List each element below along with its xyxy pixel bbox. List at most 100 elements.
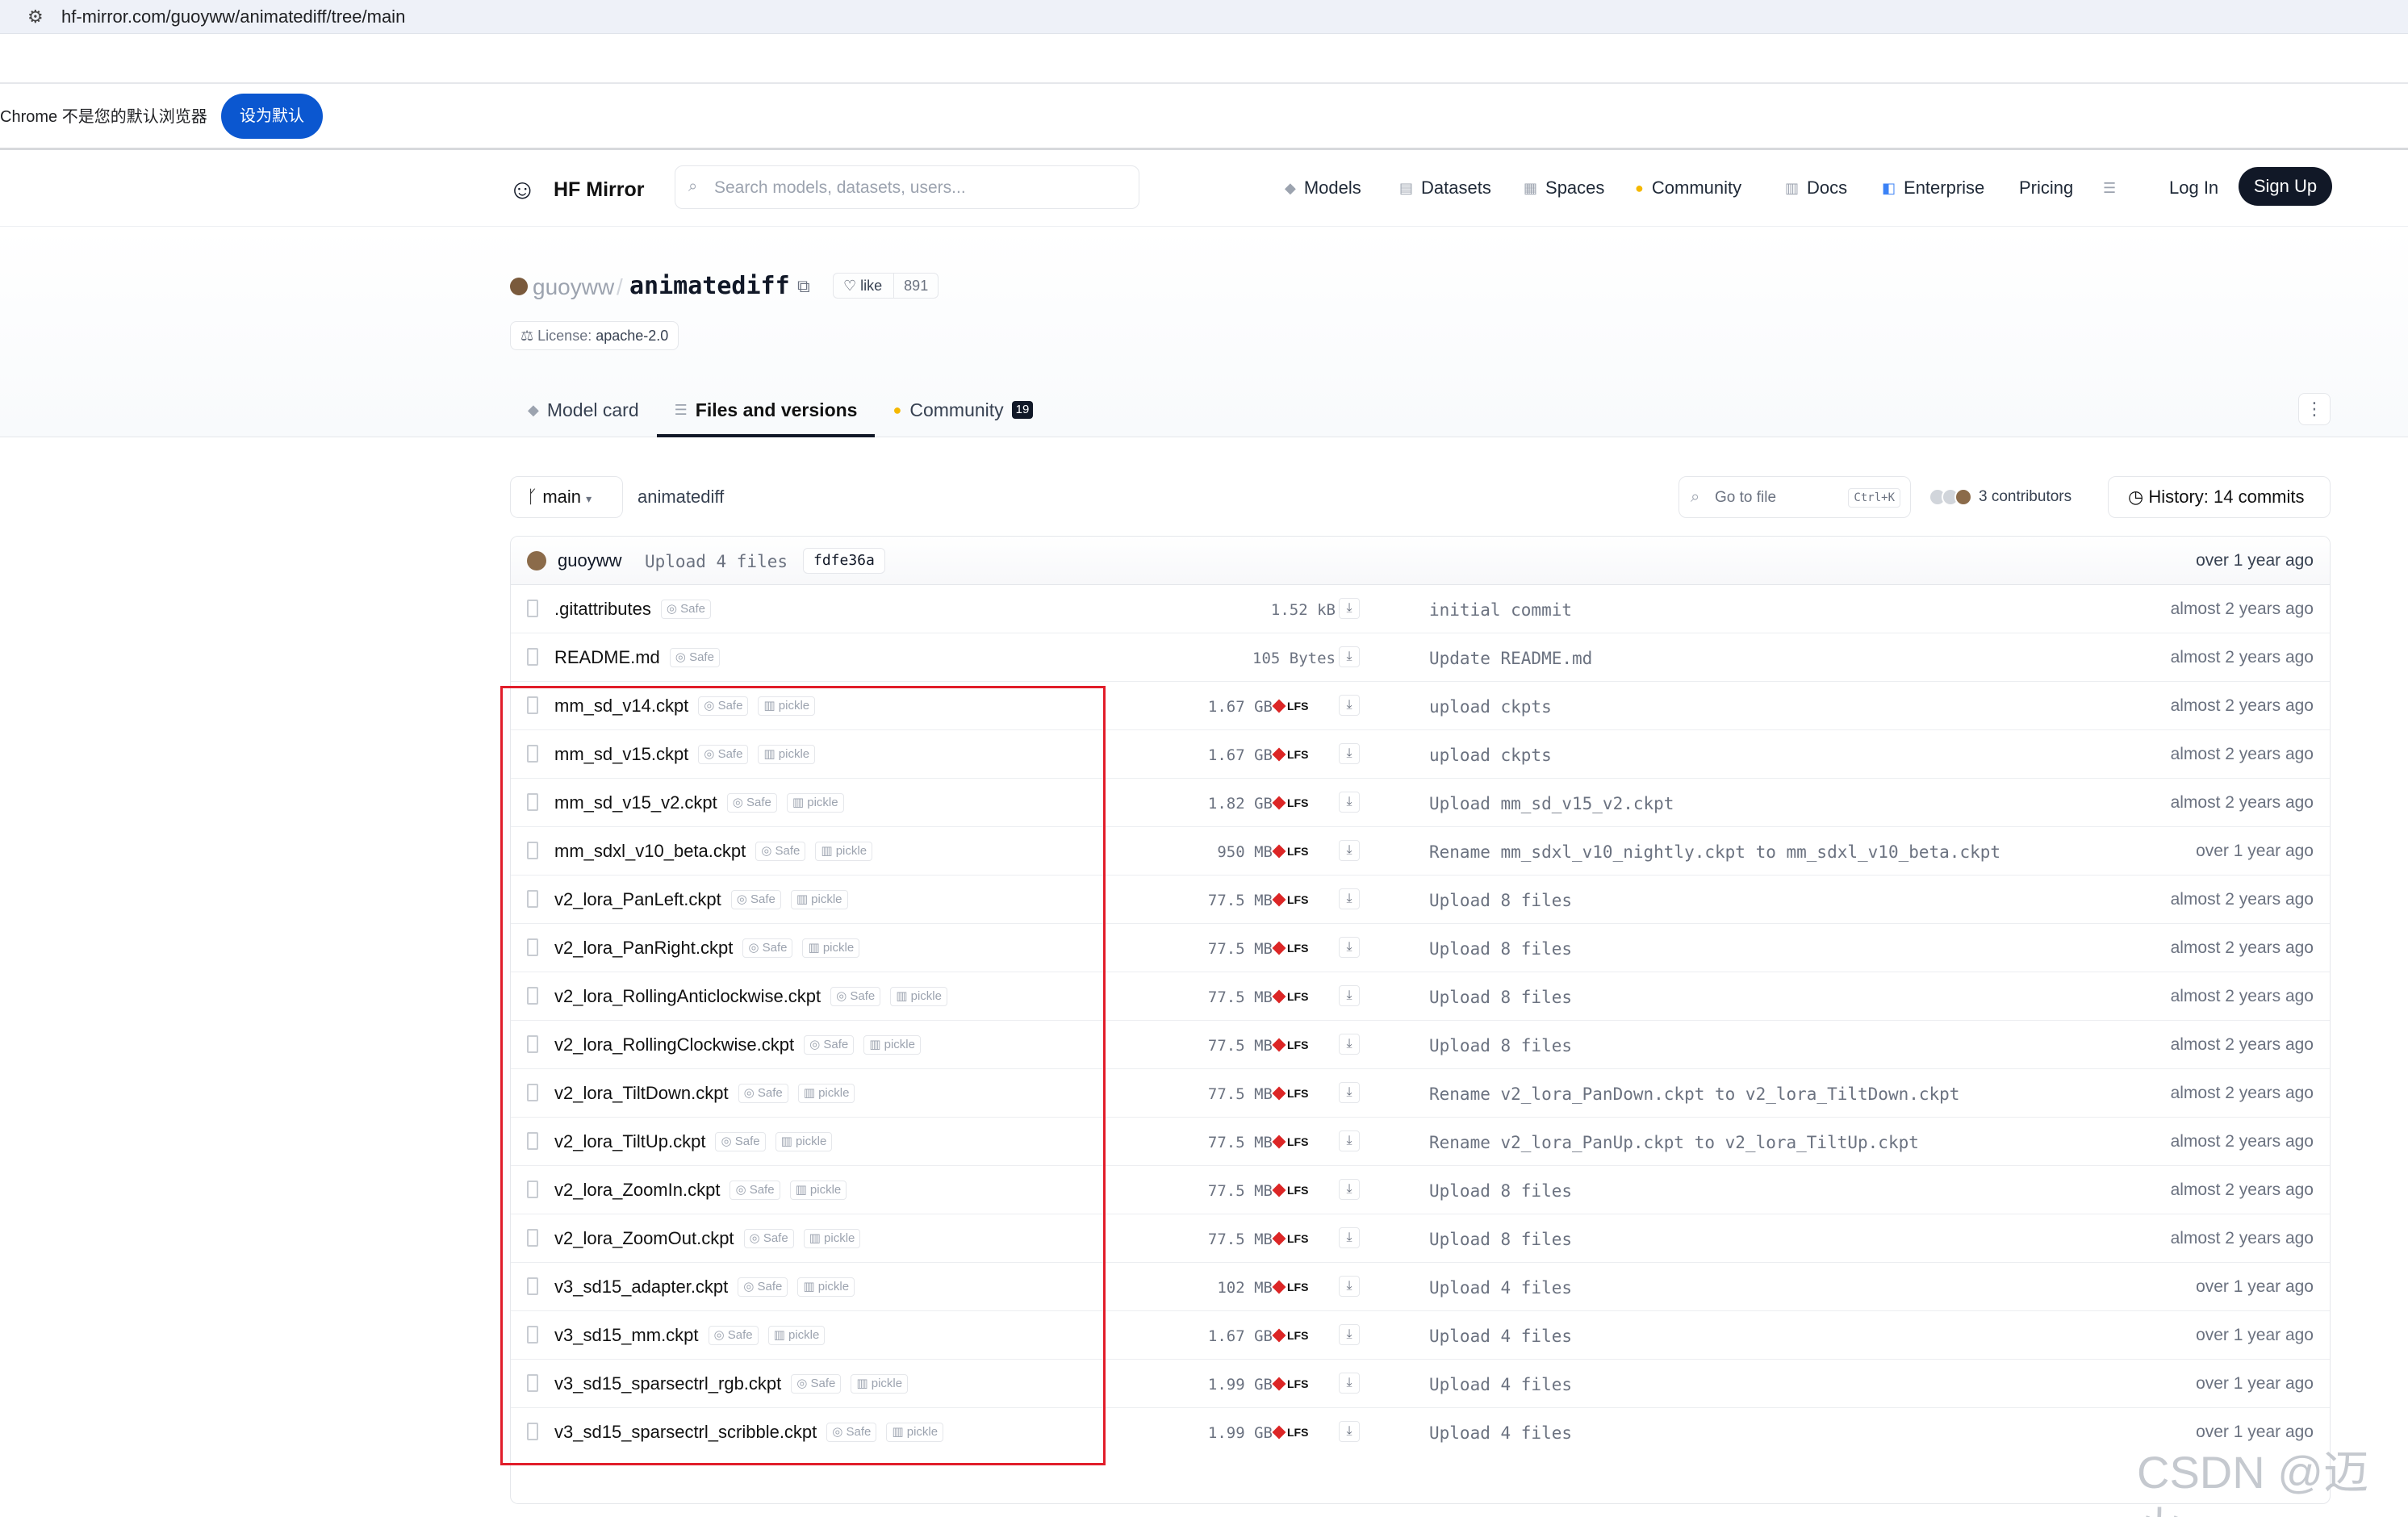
file-size: 77.5 MB xyxy=(1207,988,1273,1006)
url-text[interactable]: hf-mirror.com/guoyww/animatediff/tree/ma… xyxy=(61,5,405,29)
file-size: 102 MB xyxy=(1217,1279,1273,1297)
repo-owner[interactable]: guoyww xyxy=(533,273,614,302)
file-commit-message[interactable]: Upload 4 files xyxy=(1429,1372,1572,1398)
signup-button[interactable]: Sign Up xyxy=(2239,167,2332,206)
lfs-badge: LFS xyxy=(1272,1374,1308,1394)
nav-docs[interactable]: ▥ Docs xyxy=(1785,175,1847,201)
models-icon: ◆ xyxy=(1285,180,1296,196)
download-icon[interactable]: ⤓ xyxy=(1339,937,1360,958)
lfs-icon xyxy=(1272,1135,1286,1149)
lfs-icon xyxy=(1272,844,1286,859)
download-icon[interactable]: ⤓ xyxy=(1339,888,1360,909)
nav-datasets[interactable]: ▤ Datasets xyxy=(1399,175,1491,201)
address-bar[interactable]: ⚙ hf-mirror.com/guoyww/animatediff/tree/… xyxy=(0,0,2408,34)
file-commit-message[interactable]: Upload 4 files xyxy=(1429,1323,1572,1349)
lfs-icon xyxy=(1272,1086,1286,1101)
file-commit-message[interactable]: Upload 8 files xyxy=(1429,936,1572,962)
file-commit-time: almost 2 years ago xyxy=(2170,987,2314,1005)
owner-avatar[interactable] xyxy=(510,278,528,295)
download-icon[interactable]: ⤓ xyxy=(1339,1421,1360,1442)
commit-message[interactable]: Upload 4 files xyxy=(645,549,788,575)
download-icon[interactable]: ⤓ xyxy=(1339,1373,1360,1394)
file-commit-message[interactable]: Update README.md xyxy=(1429,646,1592,671)
file-commit-message[interactable]: Upload 8 files xyxy=(1429,888,1572,913)
file-name-link[interactable]: README.md xyxy=(554,645,660,671)
lfs-icon xyxy=(1272,892,1286,907)
file-commit-message[interactable]: Upload 4 files xyxy=(1429,1420,1572,1446)
go-to-file-input[interactable]: ⌕ Go to file Ctrl+K xyxy=(1678,476,1911,518)
file-commit-time: almost 2 years ago xyxy=(2170,1132,2314,1151)
file-commit-message[interactable]: Upload 8 files xyxy=(1429,984,1572,1010)
download-icon[interactable]: ⤓ xyxy=(1339,646,1360,667)
download-icon[interactable]: ⤓ xyxy=(1339,743,1360,764)
download-icon[interactable]: ⤓ xyxy=(1339,1034,1360,1055)
tab-community[interactable]: ● Community 19 xyxy=(875,389,1051,437)
file-commit-message[interactable]: Rename v2_lora_PanUp.ckpt to v2_lora_Til… xyxy=(1429,1130,1919,1156)
datasets-icon: ▤ xyxy=(1399,180,1414,196)
download-icon[interactable]: ⤓ xyxy=(1339,1130,1360,1151)
history-button[interactable]: ◷ History: 14 commits xyxy=(2108,476,2331,518)
download-icon[interactable]: ⤓ xyxy=(1339,1324,1360,1345)
more-options-icon[interactable]: ⋮ xyxy=(2298,393,2331,425)
current-path[interactable]: animatediff xyxy=(638,484,724,510)
file-commit-message[interactable]: Upload 8 files xyxy=(1429,1178,1572,1204)
nav-community[interactable]: ● Community xyxy=(1635,175,1741,201)
search-input[interactable]: ⌕ Search models, datasets, users... xyxy=(675,165,1139,209)
file-commit-time: almost 2 years ago xyxy=(2170,600,2314,618)
download-icon[interactable]: ⤓ xyxy=(1339,598,1360,619)
safe-badge[interactable]: ◎ Safe xyxy=(669,648,720,667)
branch-selector[interactable]: ᚴ main ▾ xyxy=(510,476,623,518)
commit-hash[interactable]: fdfe36a xyxy=(803,548,885,574)
download-icon[interactable]: ⤓ xyxy=(1339,695,1360,716)
like-button[interactable]: ♡ like 891 xyxy=(833,273,939,299)
download-icon[interactable]: ⤓ xyxy=(1339,985,1360,1006)
table-row: .gitattributes ◎ Safe 1.52 kB ⤓ initial comm… xyxy=(511,585,2330,633)
download-icon[interactable]: ⤓ xyxy=(1339,1082,1360,1103)
file-commit-message[interactable]: upload ckpts xyxy=(1429,694,1552,720)
download-icon[interactable]: ⤓ xyxy=(1339,792,1360,813)
commit-author[interactable]: guoyww xyxy=(558,548,621,574)
download-icon[interactable]: ⤓ xyxy=(1339,1179,1360,1200)
lfs-badge: LFS xyxy=(1272,793,1308,813)
file-commit-message[interactable]: Rename mm_sdxl_v10_nightly.ckpt to mm_sd… xyxy=(1429,839,2000,865)
file-commit-message[interactable]: Rename v2_lora_PanDown.ckpt to v2_lora_T… xyxy=(1429,1081,1959,1107)
lfs-icon xyxy=(1272,1280,1286,1294)
site-header: ☺ HF Mirror ⌕ Search models, datasets, u… xyxy=(0,153,2408,227)
lfs-badge: LFS xyxy=(1272,745,1308,764)
file-commit-message[interactable]: Upload 8 files xyxy=(1429,1227,1572,1252)
contributors-link[interactable]: 3 contributors xyxy=(1929,484,2071,510)
lfs-icon xyxy=(1272,1038,1286,1052)
set-default-button[interactable]: 设为默认 xyxy=(221,94,323,139)
more-menu-icon[interactable]: ☰ xyxy=(2103,175,2116,201)
tab-model-card[interactable]: ◆ Model card xyxy=(510,389,657,437)
file-commit-message[interactable]: Upload 8 files xyxy=(1429,1033,1572,1059)
download-icon[interactable]: ⤓ xyxy=(1339,1227,1360,1248)
file-commit-message[interactable]: Upload 4 files xyxy=(1429,1275,1572,1301)
file-commit-message[interactable]: Upload mm_sd_v15_v2.ckpt xyxy=(1429,791,1674,817)
lfs-icon xyxy=(1272,747,1286,762)
nav-enterprise[interactable]: ◧ Enterprise xyxy=(1882,175,1984,201)
nav-pricing[interactable]: Pricing xyxy=(2019,175,2073,201)
nav-spaces[interactable]: ▦ Spaces xyxy=(1524,175,1604,201)
safe-badge[interactable]: ◎ Safe xyxy=(660,600,711,619)
tab-files-and-versions[interactable]: ☰ Files and versions xyxy=(656,389,876,437)
hf-logo-icon[interactable]: ☺ xyxy=(508,172,544,207)
file-commit-message[interactable]: initial commit xyxy=(1429,597,1572,623)
license-badge[interactable]: ⚖ License: apache-2.0 xyxy=(510,321,679,350)
lfs-badge: LFS xyxy=(1272,987,1308,1006)
login-link[interactable]: Log In xyxy=(2169,175,2218,201)
lfs-badge: LFS xyxy=(1272,1035,1308,1055)
committer-avatar[interactable] xyxy=(527,551,546,570)
file-commit-time: almost 2 years ago xyxy=(2170,793,2314,812)
nav-models[interactable]: ◆ Models xyxy=(1285,175,1361,201)
brand-name[interactable]: HF Mirror xyxy=(554,175,645,204)
repo-name[interactable]: animatediff xyxy=(629,271,790,302)
download-icon[interactable]: ⤓ xyxy=(1339,840,1360,861)
community-tab-icon: ● xyxy=(893,402,902,418)
file-commit-message[interactable]: upload ckpts xyxy=(1429,742,1552,768)
copy-icon[interactable]: ⧉ xyxy=(797,276,810,297)
file-commit-time: over 1 year ago xyxy=(2196,1374,2314,1393)
download-icon[interactable]: ⤓ xyxy=(1339,1276,1360,1297)
file-name-link[interactable]: .gitattributes xyxy=(554,596,651,622)
site-settings-icon[interactable]: ⚙ xyxy=(27,6,48,27)
